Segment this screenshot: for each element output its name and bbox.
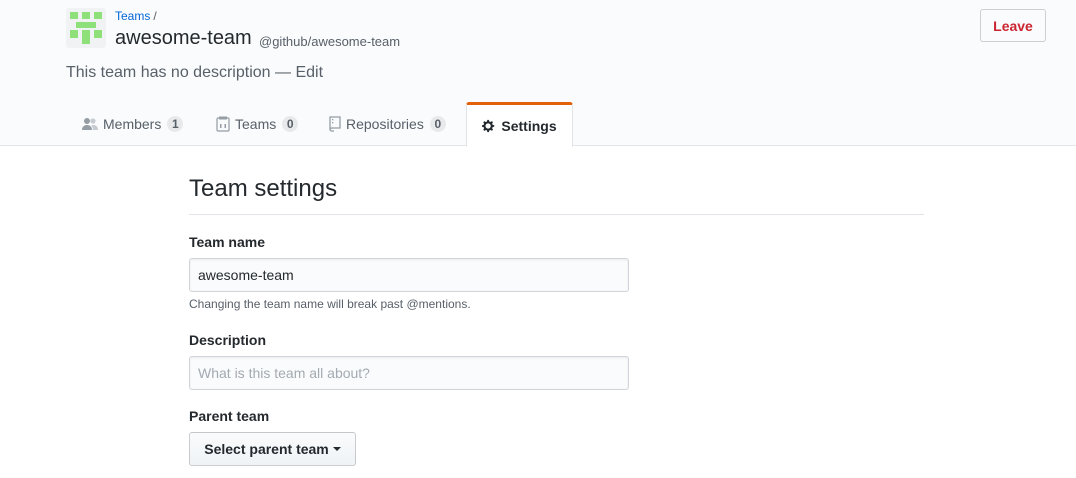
tab-members-count: 1 xyxy=(167,116,184,132)
team-name-note: Changing the team name will break past @… xyxy=(189,297,471,311)
team-name-label: Team name xyxy=(189,234,265,250)
team-name-input[interactable] xyxy=(189,258,629,292)
select-parent-team-label: Select parent team xyxy=(204,441,329,457)
select-parent-team-button[interactable]: Select parent team xyxy=(189,432,356,466)
team-description: This team has no description — Edit xyxy=(66,64,323,82)
repo-icon xyxy=(329,116,341,132)
breadcrumb: Teams / xyxy=(115,9,157,23)
people-icon xyxy=(82,117,98,131)
tab-repositories[interactable]: Repositories 0 xyxy=(329,102,446,146)
team-name-title: awesome-team xyxy=(115,27,252,49)
tab-teams-label: Teams xyxy=(235,116,277,132)
description-text: This team has no description — xyxy=(66,64,291,81)
tab-teams-count: 0 xyxy=(282,116,299,132)
caret-down-icon xyxy=(332,447,341,451)
parent-team-label: Parent team xyxy=(189,408,270,424)
description-label: Description xyxy=(189,332,267,348)
tab-repositories-label: Repositories xyxy=(346,116,424,132)
tab-settings-label: Settings xyxy=(501,117,557,134)
team-header: Teams / awesome-team @github/awesome-team… xyxy=(0,0,1076,147)
team-handle: @github/awesome-team xyxy=(259,34,401,49)
title-divider xyxy=(189,214,924,215)
description-input[interactable] xyxy=(189,356,629,390)
tab-members[interactable]: Members 1 xyxy=(82,102,184,146)
teams-icon xyxy=(216,116,230,132)
tab-settings[interactable]: Settings xyxy=(466,102,573,147)
breadcrumb-separator: / xyxy=(153,9,157,23)
tab-teams[interactable]: Teams 0 xyxy=(216,102,299,146)
page-title: Team settings xyxy=(189,175,338,202)
tab-members-label: Members xyxy=(103,116,162,132)
edit-description-link[interactable]: Edit xyxy=(295,64,323,81)
team-avatar xyxy=(66,8,106,48)
gear-icon xyxy=(482,119,496,133)
tab-repositories-count: 0 xyxy=(429,116,446,132)
leave-button[interactable]: Leave xyxy=(980,9,1046,42)
breadcrumb-teams-link[interactable]: Teams xyxy=(115,9,150,23)
